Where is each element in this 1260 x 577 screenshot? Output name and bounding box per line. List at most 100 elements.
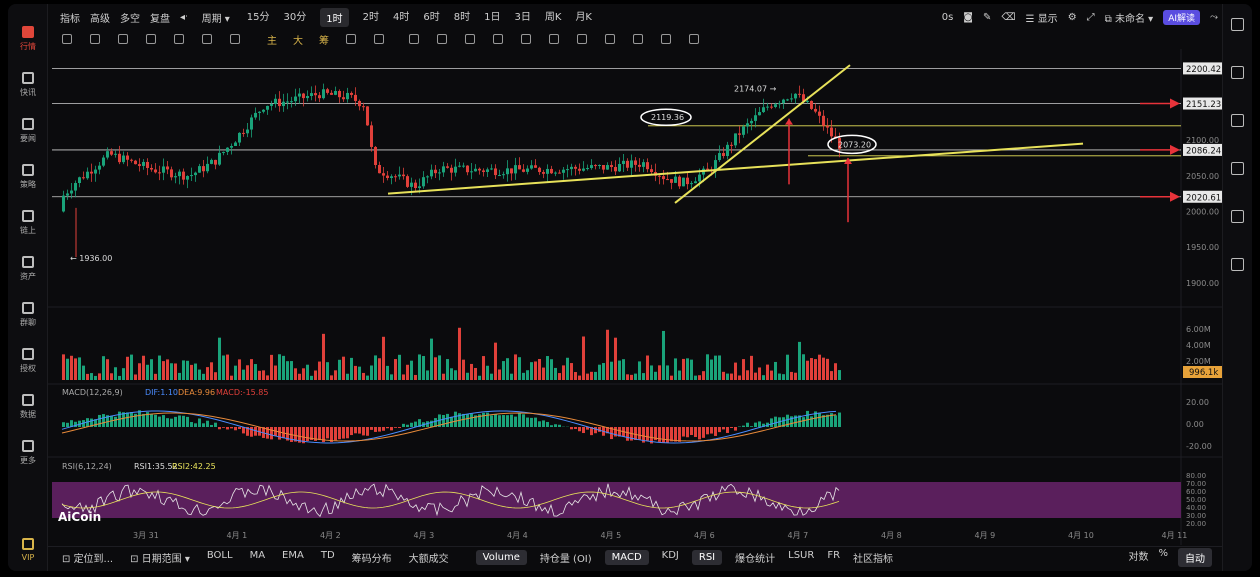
sidebar-item-5[interactable]: 资产 bbox=[8, 250, 48, 286]
share-icon[interactable]: ⤳ bbox=[1210, 12, 1218, 23]
select-icon[interactable] bbox=[409, 34, 419, 44]
interval-4时[interactable]: 4时 bbox=[393, 8, 409, 27]
panel-Volume[interactable]: Volume bbox=[475, 549, 527, 565]
trash-icon[interactable]: ⌫ bbox=[1001, 12, 1015, 23]
channel-tool-icon[interactable] bbox=[174, 34, 184, 44]
volume-bar bbox=[810, 358, 813, 380]
magnet-icon[interactable] bbox=[346, 34, 356, 44]
monitor-icon[interactable] bbox=[1231, 162, 1244, 175]
trash-drawings-icon[interactable] bbox=[633, 34, 643, 44]
link-icon[interactable] bbox=[577, 34, 587, 44]
sidebar-item-2[interactable]: 要闻 bbox=[8, 112, 48, 148]
volume-bar bbox=[438, 355, 441, 380]
interval-3日[interactable]: 3日 bbox=[515, 8, 531, 27]
brush-tool-icon[interactable] bbox=[146, 34, 156, 44]
ai-interpret-button[interactable]: AI解读 bbox=[1163, 10, 1200, 25]
redo-icon[interactable] bbox=[689, 34, 699, 44]
interval-月K[interactable]: 月K bbox=[575, 8, 592, 27]
hline-tool-icon[interactable] bbox=[90, 34, 100, 44]
robot-icon[interactable] bbox=[1231, 210, 1244, 223]
scale-%[interactable]: % bbox=[1158, 548, 1168, 567]
panel-RSI[interactable]: RSI bbox=[691, 549, 723, 565]
indicators-button[interactable]: 指标 bbox=[60, 10, 80, 25]
chip-toggle[interactable]: 筹 bbox=[319, 32, 329, 47]
sidebar-item-1[interactable]: 快讯 bbox=[8, 66, 48, 102]
layers-icon[interactable] bbox=[1231, 114, 1244, 127]
refresh-icon[interactable] bbox=[1231, 258, 1244, 271]
eye-icon[interactable] bbox=[521, 34, 531, 44]
camera-icon[interactable]: ◙ bbox=[963, 12, 973, 23]
volume-bar bbox=[738, 375, 741, 380]
volume-bar bbox=[226, 354, 229, 380]
layout-dropdown[interactable]: ⧉ 未命名 ▾ bbox=[1105, 10, 1154, 25]
sidebar-item-0[interactable]: 行情 bbox=[8, 20, 48, 56]
interval-2时[interactable]: 2时 bbox=[363, 8, 379, 27]
overlay-EMA[interactable]: EMA bbox=[282, 550, 304, 565]
candle-body bbox=[474, 168, 477, 172]
interval-周K[interactable]: 周K bbox=[545, 8, 562, 27]
undo-icon[interactable] bbox=[661, 34, 671, 44]
filter-icon[interactable] bbox=[605, 34, 615, 44]
pen-icon[interactable]: ✎ bbox=[983, 12, 991, 23]
list-icon[interactable] bbox=[1231, 66, 1244, 79]
sidebar-item-3[interactable]: 策略 bbox=[8, 158, 48, 194]
panel-持仓量 (OI)[interactable]: 持仓量 (OI) bbox=[540, 550, 592, 565]
panel-LSUR[interactable]: LSUR bbox=[788, 550, 814, 565]
lock-icon[interactable] bbox=[549, 34, 559, 44]
main-indicator-toggle[interactable]: 主 bbox=[267, 32, 277, 47]
fib-tool-icon[interactable] bbox=[118, 34, 128, 44]
pattern-tool-icon[interactable] bbox=[202, 34, 212, 44]
interval-1时[interactable]: 1时 bbox=[320, 7, 349, 27]
volume-bar bbox=[558, 373, 561, 380]
locate-button[interactable]: ⊡ 定位到... bbox=[62, 550, 113, 565]
overlay-筹码分布[interactable]: 筹码分布 bbox=[352, 550, 392, 565]
ruler-icon[interactable] bbox=[437, 34, 447, 44]
sidebar-item-9[interactable]: 更多 bbox=[8, 434, 48, 470]
sidebar-item-7[interactable]: 授权 bbox=[8, 342, 48, 378]
panel-爆仓统计[interactable]: 爆仓统计 bbox=[735, 550, 775, 565]
settings-icon[interactable]: ⚙ bbox=[1068, 12, 1077, 23]
large-order-toggle[interactable]: 大 bbox=[293, 32, 303, 47]
volume-bar bbox=[774, 361, 777, 380]
volume-bar bbox=[658, 365, 661, 380]
text-tool-icon[interactable] bbox=[230, 34, 240, 44]
panel-KDJ[interactable]: KDJ bbox=[662, 550, 679, 565]
candle-body bbox=[734, 133, 737, 146]
sidebar-item-8[interactable]: 数据 bbox=[8, 388, 48, 424]
price-tick: 2100.00 bbox=[1186, 136, 1219, 145]
capture-icon[interactable] bbox=[374, 34, 384, 44]
sidebar-item-10[interactable]: VIP bbox=[8, 532, 48, 568]
candle-body bbox=[330, 92, 333, 95]
scale-对数[interactable]: 对数 bbox=[1128, 548, 1148, 567]
line-tool-icon[interactable] bbox=[62, 34, 72, 44]
interval-30分[interactable]: 30分 bbox=[284, 8, 307, 27]
fullscreen-icon[interactable]: ⤢ bbox=[1087, 12, 1095, 23]
sound-icon[interactable]: ◂ᐧ bbox=[180, 12, 188, 23]
macd-bar bbox=[166, 418, 169, 427]
macd-bar bbox=[150, 414, 153, 427]
overlay-大额成交[interactable]: 大额成交 bbox=[409, 550, 449, 565]
sidebar-item-4[interactable]: 链上 bbox=[8, 204, 48, 240]
interval-15分[interactable]: 15分 bbox=[247, 8, 270, 27]
sidebar-item-6[interactable]: 群聊 bbox=[8, 296, 48, 332]
panel-社区指标[interactable]: 社区指标 bbox=[853, 550, 893, 565]
scale-自动[interactable]: 自动 bbox=[1178, 547, 1212, 567]
overlay-MA[interactable]: MA bbox=[250, 550, 265, 565]
panel-FR[interactable]: FR bbox=[827, 550, 840, 565]
price-chart[interactable]: 2200.42 2151.23 2086.24 2020.61 2100.00 2050.… bbox=[48, 49, 1222, 545]
zoom-in-icon[interactable] bbox=[465, 34, 475, 44]
display-button[interactable]: ☰ 显示 bbox=[1026, 10, 1058, 25]
interval-6时[interactable]: 6时 bbox=[423, 8, 439, 27]
overlay-TD[interactable]: TD bbox=[321, 550, 335, 565]
square-icon[interactable] bbox=[1231, 18, 1244, 31]
date-range-dropdown[interactable]: ⊡ 日期范围 ▾ bbox=[130, 550, 190, 565]
multi-button[interactable]: 多空 bbox=[120, 10, 140, 25]
period-dropdown[interactable]: 周期 ▾ bbox=[202, 10, 230, 25]
advanced-button[interactable]: 高级 bbox=[90, 10, 110, 25]
interval-1日[interactable]: 1日 bbox=[484, 8, 500, 27]
replay-button[interactable]: 复盘 bbox=[150, 10, 170, 25]
zoom-out-icon[interactable] bbox=[493, 34, 503, 44]
interval-8时[interactable]: 8时 bbox=[454, 8, 470, 27]
panel-MACD[interactable]: MACD bbox=[604, 549, 649, 565]
overlay-BOLL[interactable]: BOLL bbox=[207, 550, 233, 565]
